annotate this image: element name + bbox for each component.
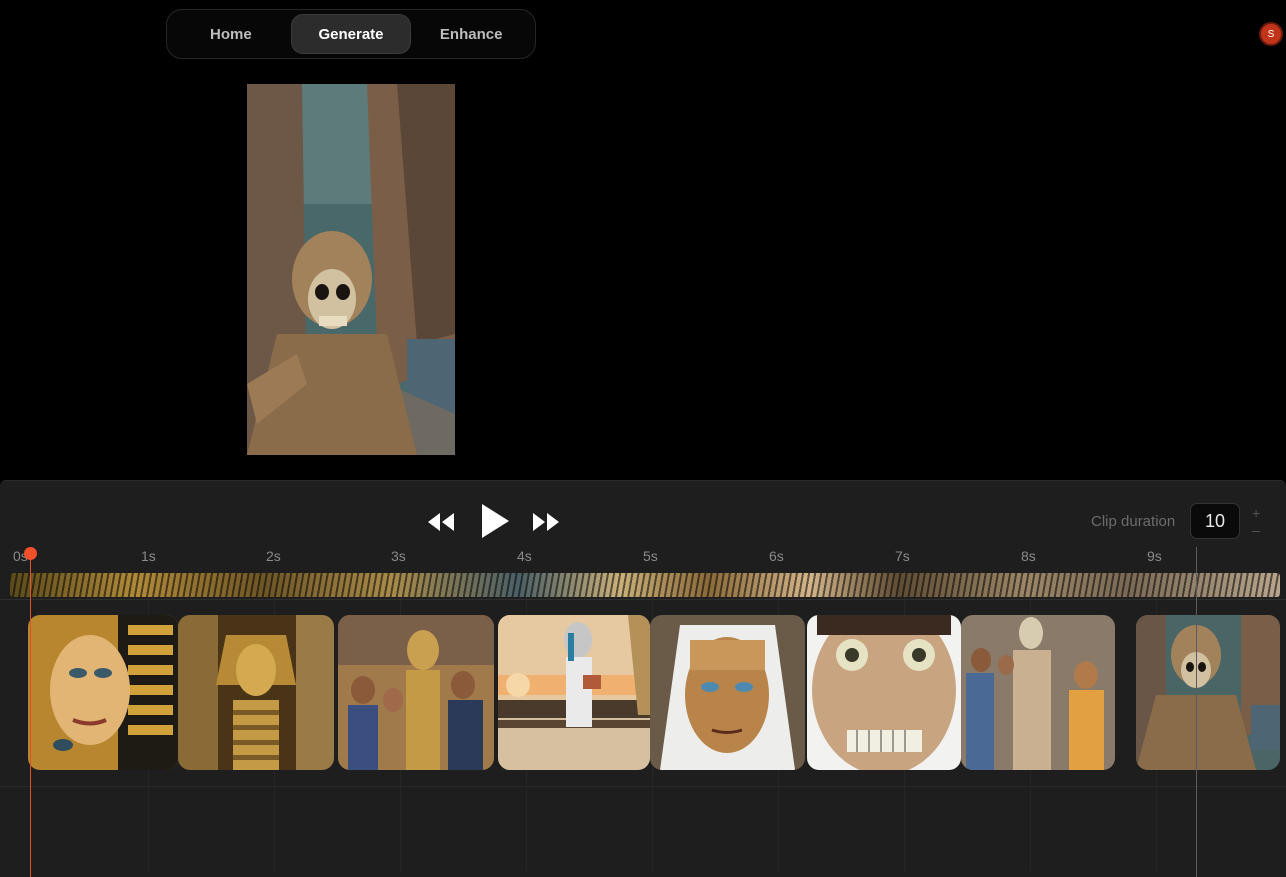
- clip-thumbnail: [338, 615, 494, 770]
- playhead-handle[interactable]: [24, 547, 37, 560]
- clip-mummy-bench[interactable]: [498, 615, 650, 770]
- user-avatar[interactable]: S: [1259, 22, 1283, 46]
- frame-filmstrip[interactable]: [10, 573, 1280, 597]
- preview-image: [247, 84, 455, 455]
- clip-thumbnail: [498, 615, 650, 770]
- tick-label: 4s: [517, 548, 532, 564]
- tab-generate-label: Generate: [318, 25, 384, 43]
- clip-thumbnail: [650, 615, 805, 770]
- clip-thumbnail: [1136, 615, 1280, 770]
- tick-label: 6s: [769, 548, 784, 564]
- track-divider: [0, 599, 1286, 600]
- fast-forward-button[interactable]: [533, 513, 559, 531]
- clip-thumbnail: [961, 615, 1115, 770]
- fast-forward-icon: [533, 513, 559, 531]
- tab-enhance[interactable]: Enhance: [411, 14, 531, 54]
- tab-home[interactable]: Home: [171, 14, 291, 54]
- tick-label: 8s: [1021, 548, 1036, 564]
- clip-end-marker[interactable]: [1196, 547, 1197, 877]
- clip-duration-input[interactable]: 10: [1190, 503, 1240, 539]
- clip-mummy-closeup[interactable]: [807, 615, 961, 770]
- tick-label: 9s: [1147, 548, 1162, 564]
- clip-duration-label: Clip duration: [1091, 513, 1176, 530]
- rewind-icon: [428, 513, 454, 531]
- tick-label: 2s: [266, 548, 281, 564]
- tick-label: 5s: [643, 548, 658, 564]
- clip-thumbnail: [178, 615, 334, 770]
- clip-golden-pharaoh[interactable]: [178, 615, 334, 770]
- tab-generate[interactable]: Generate: [290, 14, 412, 54]
- playhead-line[interactable]: [30, 553, 31, 877]
- tab-enhance-label: Enhance: [439, 25, 503, 43]
- duration-decrement-button[interactable]: –: [1252, 523, 1260, 537]
- play-icon: [482, 504, 509, 538]
- track-divider: [0, 786, 1286, 787]
- clip-mummy-white-hood[interactable]: [650, 615, 805, 770]
- avatar-initial: S: [1267, 28, 1275, 40]
- rewind-button[interactable]: [428, 513, 454, 531]
- tick-label: 7s: [895, 548, 910, 564]
- top-nav: Home Generate Enhance: [166, 9, 536, 59]
- tick-label: 3s: [391, 548, 406, 564]
- play-button[interactable]: [482, 504, 509, 538]
- clip-pharaoh-woman[interactable]: [28, 615, 178, 770]
- video-preview: [247, 84, 455, 455]
- clip-thumbnail: [28, 615, 178, 770]
- duration-increment-button[interactable]: +: [1252, 506, 1260, 520]
- tick-label: 1s: [141, 548, 156, 564]
- tab-home-label: Home: [209, 25, 252, 43]
- timeline-editor: Clip duration 10 + – 0s 1s 2s 3s 4s 5s 6…: [0, 480, 1286, 877]
- clip-mummy-walking-crowd[interactable]: [961, 615, 1115, 770]
- clip-thumbnail: [807, 615, 961, 770]
- clip-golden-mummy-crowd[interactable]: [338, 615, 494, 770]
- clip-mummy-city-street[interactable]: [1136, 615, 1280, 770]
